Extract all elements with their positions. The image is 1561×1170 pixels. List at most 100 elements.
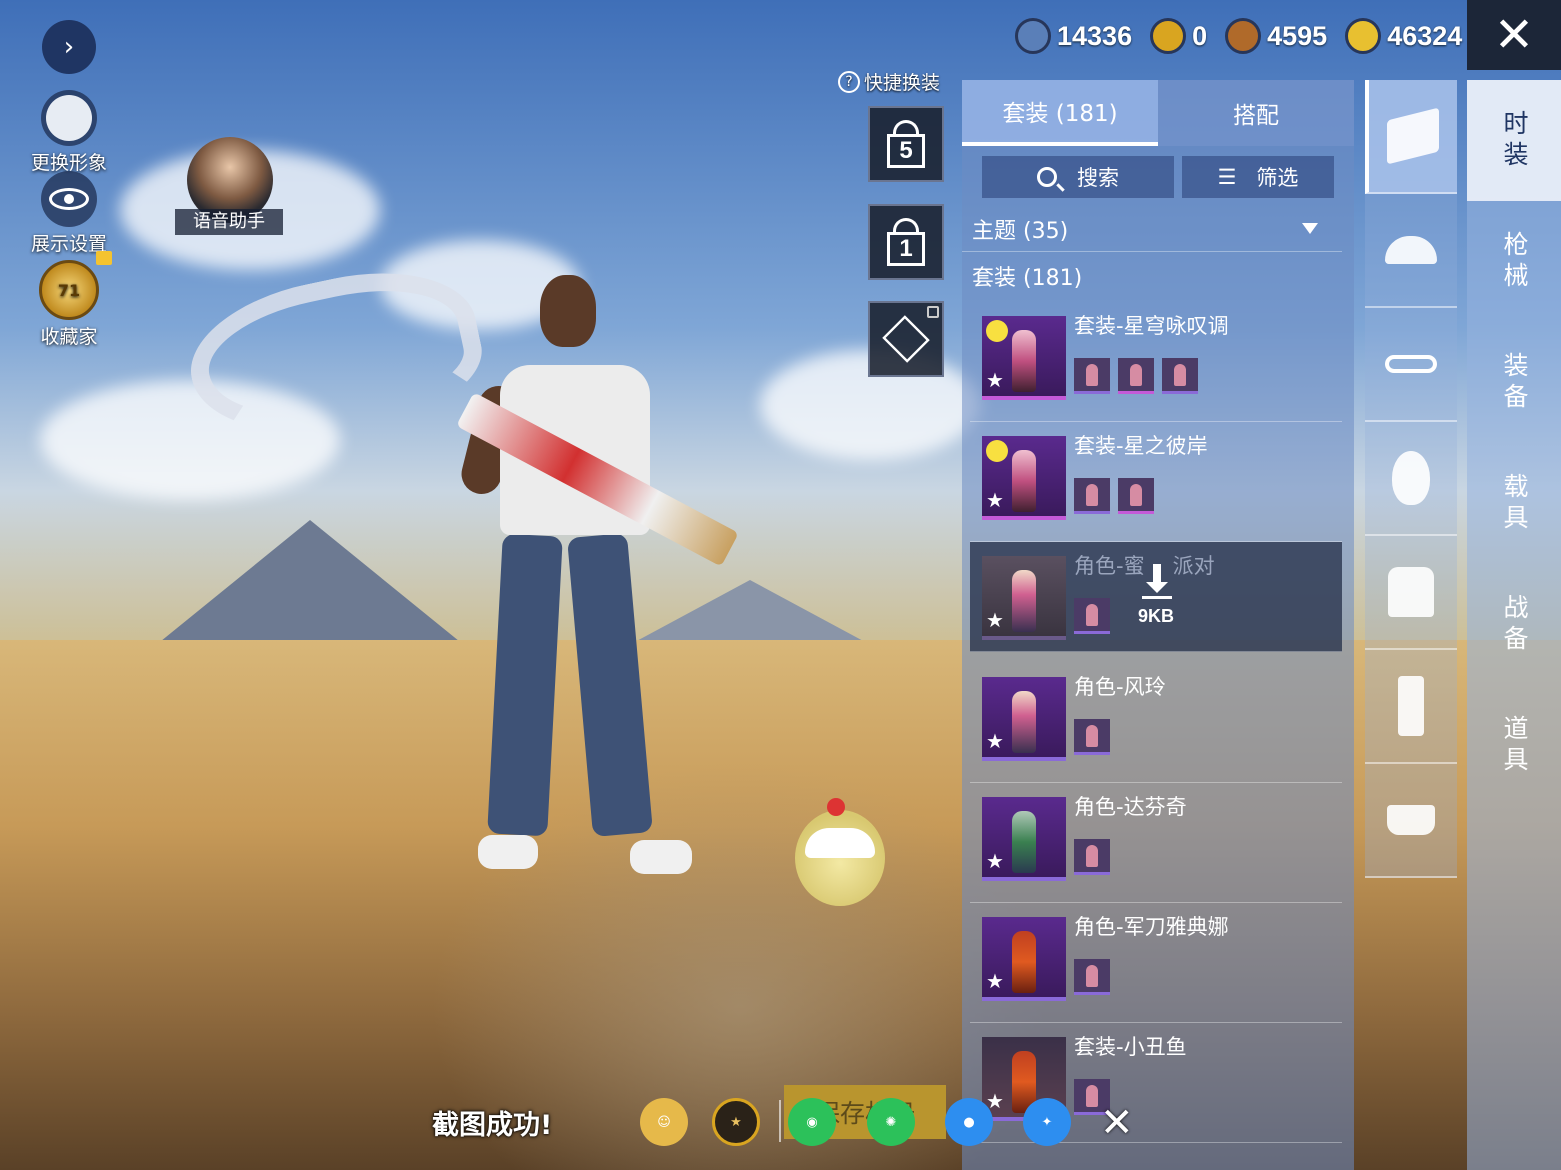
peace-elite-icon[interactable]: ★ [712, 1098, 760, 1146]
category-items[interactable]: 道具 [1467, 685, 1561, 806]
pet-chick[interactable] [795, 798, 885, 906]
theme-dropdown[interactable]: 主题 (35) [962, 206, 1342, 252]
mask-icon [1392, 451, 1430, 505]
main-category-column: 时装 枪械 装备 载具 战备 道具 [1467, 80, 1561, 1170]
close-share-icon[interactable]: ✕ [1100, 1100, 1134, 1146]
subcategory-jacket[interactable] [1365, 536, 1457, 650]
item-name: 套装-星之彼岸 [1074, 434, 1208, 458]
currency-gold-value: 0 [1192, 20, 1208, 51]
category-fashion[interactable]: 时装 [1467, 80, 1561, 201]
tab-outfit[interactable]: 套装 (181) [962, 80, 1158, 146]
subcategory-glasses[interactable] [1365, 308, 1457, 422]
character-jeans-left [487, 533, 563, 837]
outfit-figure [1012, 811, 1036, 873]
outfit-figure [1012, 691, 1036, 753]
subcategory-mask[interactable] [1365, 422, 1457, 536]
part-thumbnail[interactable] [1118, 478, 1154, 514]
outfit-slot-1[interactable]: 5 [868, 106, 944, 182]
qq-icon[interactable]: ● [945, 1098, 993, 1146]
outfit-figure [1012, 931, 1036, 993]
currency-blue[interactable]: 14336 [1015, 18, 1132, 54]
currency-lightning[interactable]: 46324 [1345, 18, 1462, 54]
character-shoe-right [630, 840, 692, 874]
category-vehicles[interactable]: 载具 [1467, 443, 1561, 564]
close-wardrobe-button[interactable]: ✕ [1467, 0, 1561, 70]
item-parts [1074, 719, 1110, 755]
currency-bar: 14336 0 4595 46324 [1015, 14, 1470, 58]
part-thumbnail[interactable] [1074, 839, 1110, 875]
outfit-figure [1012, 570, 1036, 632]
item-parts [1074, 358, 1198, 394]
expand-menu-button[interactable]: › [42, 20, 96, 74]
subcategory-pants[interactable] [1365, 650, 1457, 764]
outfit-slot-locked[interactable] [868, 301, 944, 377]
collector-button[interactable]: 71 收藏家 [14, 260, 124, 349]
item-name: 角色-风玲 [1074, 675, 1166, 699]
outfit-figure [1012, 330, 1036, 392]
item-parts [1074, 478, 1154, 514]
part-thumbnail[interactable] [1162, 358, 1198, 394]
part-thumbnail[interactable] [1074, 478, 1110, 514]
jacket-icon [1388, 567, 1434, 617]
character-head [540, 275, 596, 347]
item-thumbnail: ★ [982, 436, 1066, 520]
outfit-figure [1012, 450, 1036, 512]
moments-icon[interactable]: ✺ [867, 1098, 915, 1146]
smiley-badge-icon [986, 320, 1008, 342]
part-thumbnail[interactable] [1074, 959, 1110, 995]
list-item[interactable]: ★ 角色-军刀雅典娜 [970, 903, 1342, 1023]
pants-icon [1398, 676, 1424, 736]
list-item-downloading[interactable]: ★ 角色-蜜 派对 9KB [970, 542, 1342, 652]
close-icon: ✕ [1493, 7, 1535, 63]
star-icon: ★ [986, 969, 1004, 993]
star-icon: ★ [986, 729, 1004, 753]
list-item[interactable]: ★ 套装-星之彼岸 [970, 422, 1342, 542]
list-item[interactable]: ★ 套装-星穹咏叹调 [970, 302, 1342, 422]
star-icon: ★ [986, 488, 1004, 512]
chevron-right-icon: › [63, 32, 75, 62]
part-thumbnail[interactable] [1118, 358, 1154, 394]
voice-assistant-button[interactable]: 语音助手 [175, 137, 285, 237]
change-avatar-button[interactable]: 更换形象 [14, 90, 124, 175]
star-icon: ★ [986, 849, 1004, 873]
item-name: 套装-小丑鱼 [1074, 1035, 1187, 1059]
part-thumbnail[interactable] [1074, 598, 1110, 634]
eye-icon [41, 171, 97, 227]
part-thumbnail[interactable] [1074, 719, 1110, 755]
dropdown-arrow-icon [1302, 223, 1318, 234]
wechat-icon[interactable]: ◉ [788, 1098, 836, 1146]
player-character[interactable] [457, 275, 730, 895]
category-equipment[interactable]: 装备 [1467, 322, 1561, 443]
list-item[interactable]: ★ 角色-达芬奇 [970, 783, 1342, 903]
subcategory-hat[interactable] [1365, 194, 1457, 308]
currency-gold[interactable]: 0 [1150, 18, 1207, 54]
item-thumbnail: ★ [982, 917, 1066, 1001]
outfit-slot-2[interactable]: 1 [868, 204, 944, 280]
download-icon[interactable] [1142, 564, 1172, 600]
qzone-icon[interactable]: ✦ [1023, 1098, 1071, 1146]
part-thumbnail[interactable] [1074, 358, 1110, 394]
list-item[interactable]: ★ 角色-风玲 [970, 663, 1342, 783]
profile-share-icon[interactable]: ☺ [640, 1098, 688, 1146]
item-name: 套装-星穹咏叹调 [1074, 314, 1229, 338]
avatar-icon [41, 90, 97, 146]
search-label: 搜索 [1077, 166, 1119, 190]
collector-level: 71 [57, 280, 81, 300]
subcategory-shoes[interactable] [1365, 764, 1457, 878]
gold-triangle-coin-icon [1150, 18, 1187, 54]
filter-button[interactable]: ☰ 筛选 [1182, 156, 1334, 198]
tab-match[interactable]: 搭配 [1158, 80, 1354, 146]
subcategory-outfit-box[interactable] [1365, 80, 1457, 194]
currency-blue-value: 14336 [1057, 20, 1133, 51]
quick-outfit-help[interactable]: ? 快捷换装 [838, 68, 940, 95]
item-thumbnail: ★ [982, 797, 1066, 881]
search-button[interactable]: 搜索 [982, 156, 1174, 198]
item-name-head: 角色-蜜 [1074, 554, 1145, 578]
category-battle-prep[interactable]: 战备 [1467, 564, 1561, 685]
item-thumbnail: ★ [982, 316, 1066, 400]
display-settings-button[interactable]: 展示设置 [14, 171, 124, 256]
filter-label: 筛选 [1256, 166, 1299, 190]
category-guns[interactable]: 枪械 [1467, 201, 1561, 322]
currency-bronze[interactable]: 4595 [1225, 18, 1327, 54]
list-tabs: 套装 (181) 搭配 [962, 80, 1354, 146]
